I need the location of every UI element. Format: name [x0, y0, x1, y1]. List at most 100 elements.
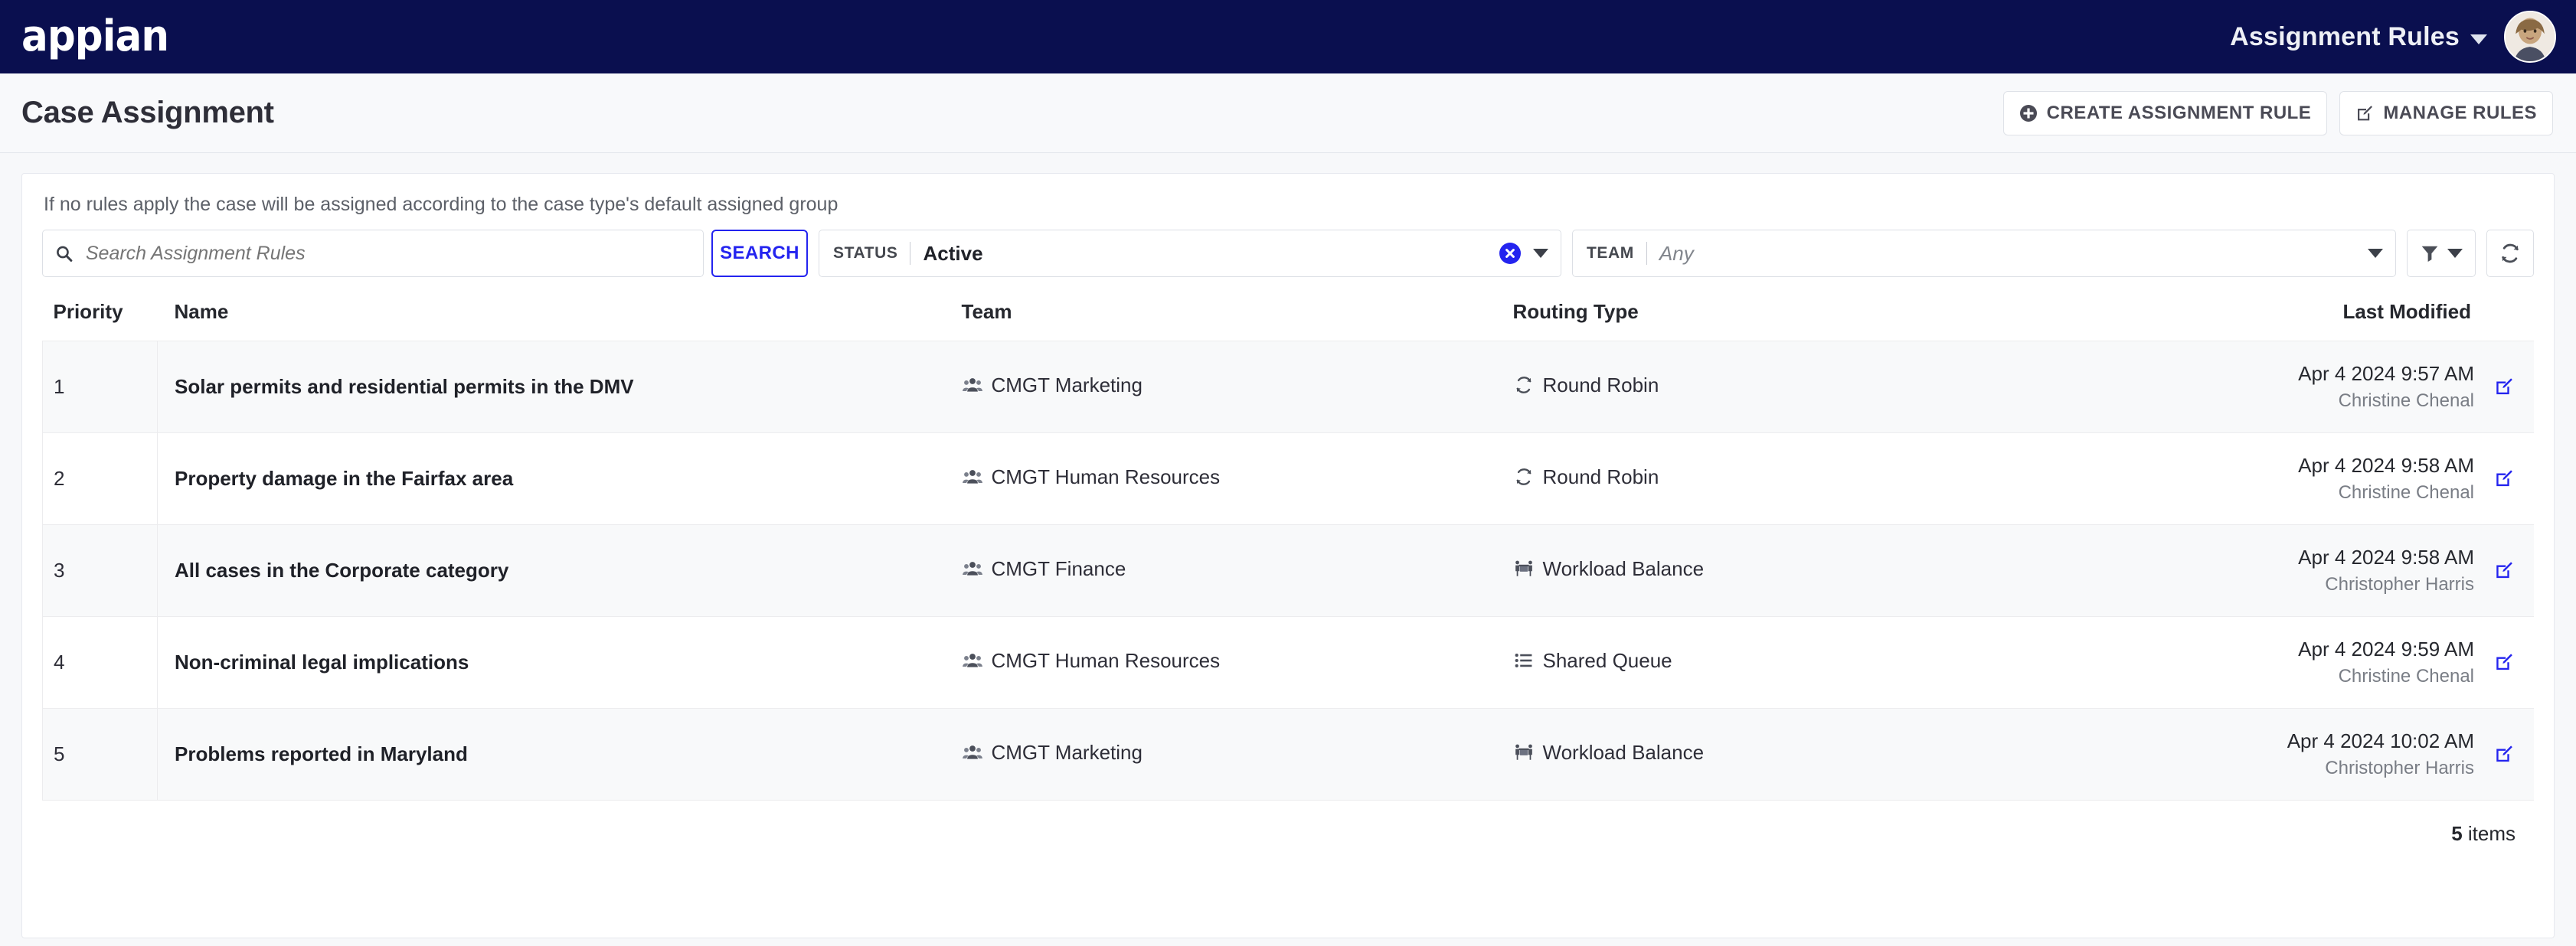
cell-team: CMGT Human Resources [961, 616, 1513, 709]
edit-rule-button[interactable] [2494, 652, 2514, 672]
column-header-team[interactable]: Team [962, 297, 1513, 341]
last-modified-lines: Apr 4 2024 9:57 AM Christine Chenal [2298, 360, 2474, 413]
cell-name[interactable]: Property damage in the Fairfax area [157, 432, 962, 525]
team-value: CMGT Marketing [962, 373, 1143, 397]
funnel-icon [2421, 246, 2438, 262]
status-filter[interactable]: STATUS Active [819, 230, 1561, 277]
team-filter-divider [1646, 242, 1647, 265]
modified-by: Christine Chenal [2338, 390, 2474, 411]
routing-type-value: Shared Queue [1514, 649, 1672, 673]
edit-pencil-icon [2358, 105, 2373, 120]
cell-team: CMGT Human Resources [961, 432, 1513, 525]
status-filter-label: STATUS [833, 244, 898, 262]
appian-logo[interactable]: appian [21, 15, 169, 58]
cell-routing-type: Workload Balance [1512, 524, 2172, 617]
cell-name[interactable]: All cases in the Corporate category [157, 524, 962, 617]
edit-rule-button[interactable] [2494, 468, 2514, 488]
cell-last-modified: Apr 4 2024 9:57 AM Christine Chenal [2171, 341, 2534, 433]
refresh-button[interactable] [2486, 230, 2534, 277]
last-modified-group: Apr 4 2024 10:02 AM Christopher Harris [2172, 728, 2515, 781]
cell-team-label: CMGT Human Resources [991, 648, 1221, 672]
cell-priority: 3 [42, 524, 158, 617]
table-row[interactable]: 4 Non-criminal legal implications CMGT Hum… [42, 616, 2534, 709]
users-group-icon [962, 745, 982, 759]
modified-date: Apr 4 2024 10:02 AM [2287, 729, 2474, 752]
cell-routing-type: Round Robin [1512, 341, 2172, 433]
table-body: 1 Solar permits and residential permits i… [42, 341, 2534, 801]
team-filter-value: Any [1659, 241, 1694, 265]
routing-type-value: Workload Balance [1514, 740, 1705, 765]
cell-routing-type-label: Round Robin [1542, 465, 1659, 488]
search-input[interactable] [83, 241, 691, 266]
cell-team: CMGT Marketing [961, 341, 1513, 433]
last-modified-group: Apr 4 2024 9:59 AM Christine Chenal [2172, 636, 2515, 689]
cell-team: CMGT Finance [961, 524, 1513, 617]
cell-priority: 5 [42, 708, 158, 801]
users-group-icon [962, 378, 982, 392]
routing-type-value: Round Robin [1514, 465, 1659, 489]
cell-routing-type-label: Shared Queue [1542, 648, 1672, 672]
column-header-name[interactable]: Name [158, 297, 962, 341]
create-assignment-rule-button[interactable]: CREATE ASSIGNMENT RULE [2002, 90, 2328, 135]
table-row[interactable]: 3 All cases in the Corporate category CMGT… [42, 524, 2534, 617]
cell-last-modified: Apr 4 2024 9:59 AM Christine Chenal [2171, 616, 2534, 709]
item-count-label: items [2462, 822, 2516, 845]
edit-pencil-icon [2496, 378, 2512, 395]
filter-toolbar: SEARCH STATUS Active TEAM Any [42, 230, 2534, 277]
filter-button[interactable] [2407, 230, 2476, 277]
column-header-priority[interactable]: Priority [43, 297, 158, 341]
round-robin-icon [1516, 468, 1531, 486]
users-group-icon [962, 562, 982, 576]
modified-by: Christopher Harris [2325, 573, 2474, 595]
cell-routing-type-label: Workload Balance [1542, 740, 1705, 764]
list-icon [1515, 654, 1532, 668]
cell-routing-type-label: Workload Balance [1542, 556, 1705, 580]
triangle-down-icon[interactable] [2368, 249, 2383, 258]
plus-circle-icon [2019, 104, 2037, 122]
search-input-wrapper[interactable] [42, 230, 704, 277]
team-value: CMGT Human Resources [962, 648, 1221, 673]
search-button[interactable]: SEARCH [711, 230, 808, 277]
assignment-rules-menu-label: Assignment Rules [2230, 21, 2460, 51]
edit-pencil-icon [2496, 470, 2512, 487]
cell-routing-type: Shared Queue [1512, 616, 2172, 709]
last-modified-group: Apr 4 2024 9:57 AM Christine Chenal [2172, 360, 2515, 413]
edit-pencil-icon [2496, 654, 2512, 670]
column-header-last-modified[interactable]: Last Modified [2172, 297, 2535, 341]
page-actions: CREATE ASSIGNMENT RULE MANAGE RULES [2002, 90, 2553, 135]
cell-name[interactable]: Solar permits and residential permits in… [157, 341, 962, 433]
cell-name[interactable]: Problems reported in Maryland [157, 708, 962, 801]
avatar[interactable] [2504, 11, 2556, 63]
routing-type-value: Workload Balance [1514, 556, 1705, 581]
cell-name[interactable]: Non-criminal legal implications [157, 616, 962, 709]
edit-rule-button[interactable] [2494, 560, 2514, 580]
cell-team-label: CMGT Finance [991, 556, 1126, 580]
cell-team-label: CMGT Marketing [991, 373, 1143, 396]
last-modified-lines: Apr 4 2024 9:58 AM Christine Chenal [2298, 452, 2474, 505]
team-filter-label: TEAM [1587, 244, 1634, 262]
item-count: 5 [2451, 822, 2463, 845]
assignment-rules-menu[interactable]: Assignment Rules [2230, 22, 2487, 52]
edit-rule-button[interactable] [2494, 744, 2514, 764]
edit-rule-button[interactable] [2494, 377, 2514, 396]
cell-last-modified: Apr 4 2024 9:58 AM Christopher Harris [2171, 524, 2534, 617]
routing-type-value: Round Robin [1514, 374, 1659, 397]
table-footer: 5 items [42, 801, 2534, 846]
team-filter[interactable]: TEAM Any [1572, 230, 2396, 277]
triangle-down-icon [2447, 249, 2463, 258]
modified-by: Christine Chenal [2338, 481, 2474, 503]
search-group: SEARCH [42, 230, 808, 277]
clear-circle-x-icon[interactable] [1499, 243, 1521, 264]
manage-rules-label: MANAGE RULES [2383, 102, 2537, 123]
cell-team: CMGT Marketing [961, 708, 1513, 801]
edit-pencil-icon [2496, 562, 2512, 579]
cell-priority: 1 [42, 341, 158, 433]
column-header-routing-type[interactable]: Routing Type [1513, 297, 2172, 341]
table-row[interactable]: 1 Solar permits and residential permits i… [42, 341, 2534, 433]
last-modified-group: Apr 4 2024 9:58 AM Christine Chenal [2172, 452, 2515, 505]
table-row[interactable]: 5 Problems reported in Maryland CMGT Marke… [42, 708, 2534, 801]
table-row[interactable]: 2 Property damage in the Fairfax area CMGT… [42, 432, 2534, 525]
manage-rules-button[interactable]: MANAGE RULES [2339, 90, 2553, 135]
triangle-down-icon[interactable] [1533, 249, 1548, 258]
cell-priority: 4 [42, 616, 158, 709]
